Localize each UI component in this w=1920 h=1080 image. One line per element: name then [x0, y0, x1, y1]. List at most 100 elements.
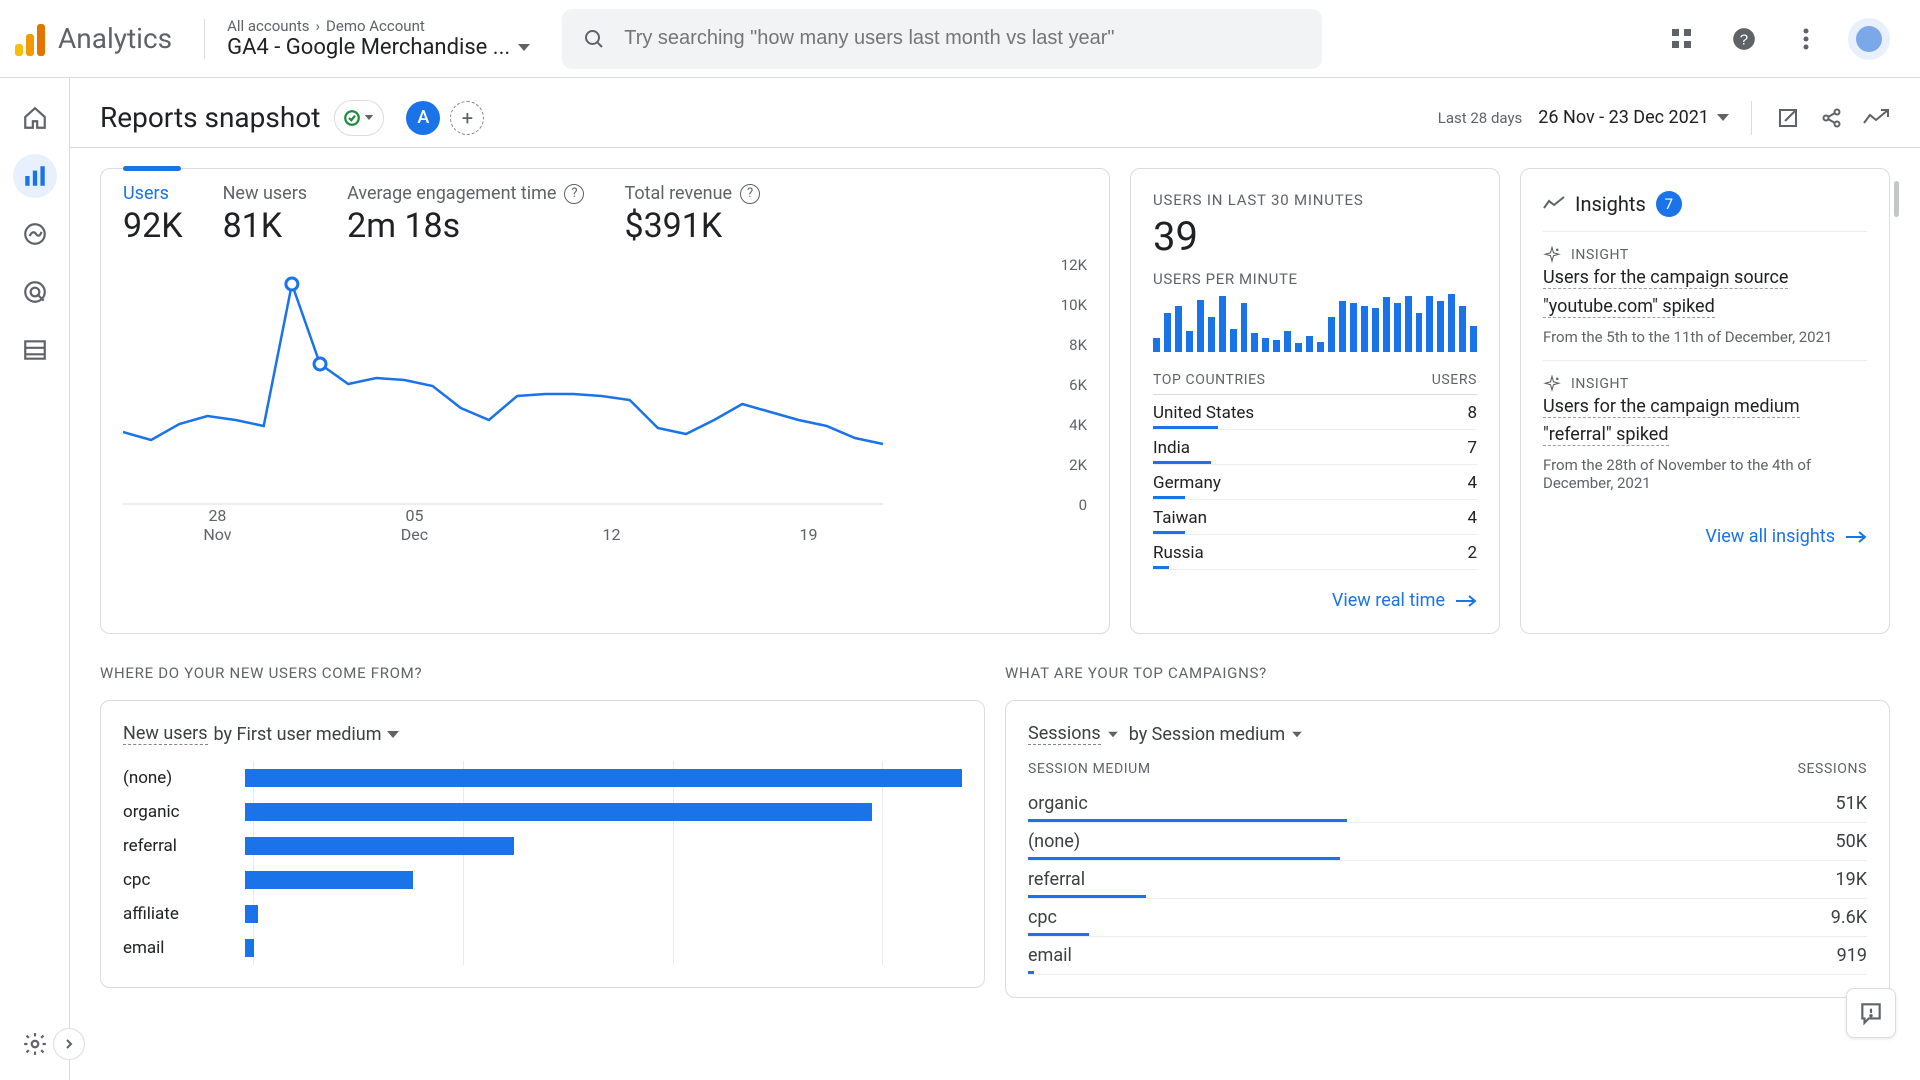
spark-bar [1361, 306, 1368, 352]
nav-admin[interactable] [13, 1022, 57, 1066]
x-tick: 05Dec [384, 506, 444, 544]
search-input[interactable] [624, 27, 1302, 50]
search-icon [582, 27, 606, 51]
account-picker[interactable]: All accounts › Demo Account GA4 - Google… [227, 17, 530, 60]
breadcrumb-account: Demo Account [326, 17, 425, 35]
y-tick: 8K [1069, 336, 1087, 354]
spark-bar [1219, 296, 1226, 352]
section-title-acquisition: WHERE DO YOUR NEW USERS COME FROM? [100, 664, 985, 682]
spark-bar [1164, 313, 1171, 352]
active-tab-indicator [123, 166, 181, 171]
svg-text:?: ? [1740, 31, 1748, 48]
feedback-button[interactable] [1846, 988, 1896, 1038]
spark-bar [1437, 301, 1444, 352]
spark-bar [1153, 338, 1160, 352]
search-bar[interactable] [562, 9, 1322, 69]
metric-select-newusers[interactable]: New users [123, 723, 208, 745]
caret-down-icon [518, 44, 530, 51]
edit-icon[interactable] [1774, 104, 1802, 132]
status-pill[interactable] [334, 100, 384, 136]
hbar-row[interactable]: email [123, 931, 962, 965]
country-row[interactable]: Russia2 [1153, 535, 1477, 570]
insights-icon[interactable] [1862, 104, 1890, 132]
country-row[interactable]: Germany4 [1153, 465, 1477, 500]
country-row[interactable]: India7 [1153, 430, 1477, 465]
hbar-row[interactable]: cpc [123, 863, 962, 897]
campaign-row[interactable]: cpc9.6K [1028, 899, 1867, 937]
spark-bar [1426, 296, 1433, 352]
realtime-col-users: USERS [1432, 372, 1477, 388]
audience-badge[interactable]: A [406, 101, 440, 135]
y-tick: 12K [1061, 256, 1087, 274]
y-tick: 2K [1069, 456, 1087, 474]
hbar-row[interactable]: referral [123, 829, 962, 863]
nav-home[interactable] [13, 96, 57, 140]
share-icon[interactable] [1818, 104, 1846, 132]
metric-tab-total-revenue[interactable]: Total revenue ?$391K [624, 183, 760, 246]
metric-tab-average-engagement-time[interactable]: Average engagement time ?2m 18s [347, 183, 584, 246]
nav-explore[interactable] [13, 212, 57, 256]
avatar[interactable] [1848, 18, 1890, 60]
country-row[interactable]: United States8 [1153, 395, 1477, 430]
date-preset-label: Last 28 days [1438, 109, 1523, 127]
caret-down-icon[interactable] [387, 731, 399, 738]
metric-tab-new-users[interactable]: New users 81K [223, 183, 308, 246]
spark-bar [1470, 326, 1477, 352]
divider [1751, 101, 1752, 135]
spark-bar [1328, 317, 1335, 352]
sidebar-expand[interactable] [53, 1028, 85, 1060]
sidebar [0, 78, 70, 1080]
section-title-campaigns: WHAT ARE YOUR TOP CAMPAIGNS? [1005, 664, 1890, 682]
page-title: Reports snapshot [100, 101, 320, 134]
insight-item[interactable]: INSIGHTUsers for the campaign source "yo… [1543, 231, 1867, 360]
breadcrumb: All accounts › Demo Account [227, 17, 530, 35]
metric-select-sessions[interactable]: Sessions [1028, 723, 1101, 745]
hbar-row[interactable]: (none) [123, 761, 962, 795]
logo[interactable]: Analytics [15, 21, 172, 56]
hbar-row[interactable]: organic [123, 795, 962, 829]
app-name: Analytics [58, 22, 172, 55]
campaign-row[interactable]: referral19K [1028, 861, 1867, 899]
campaign-row[interactable]: organic51K [1028, 785, 1867, 823]
date-range-picker[interactable]: 26 Nov - 23 Dec 2021 [1538, 107, 1729, 128]
users-line-chart[interactable]: 12K10K8K6K4K2K028Nov05Dec1219 [123, 264, 1087, 544]
spark-bar [1230, 329, 1237, 352]
add-comparison-button[interactable]: + [450, 101, 484, 135]
caret-down-icon[interactable] [1108, 731, 1118, 737]
topbar: Analytics All accounts › Demo Account GA… [0, 0, 1920, 78]
country-row[interactable]: Taiwan4 [1153, 500, 1477, 535]
spark-bar [1459, 306, 1466, 352]
nav-advertising[interactable] [13, 270, 57, 314]
help-icon[interactable]: ? [564, 184, 584, 204]
hbar-row[interactable]: affiliate [123, 897, 962, 931]
caret-down-icon[interactable] [1292, 731, 1302, 737]
more-vert-icon[interactable] [1786, 19, 1826, 59]
spark-bar [1416, 313, 1423, 352]
realtime-spark-bars [1153, 294, 1477, 352]
help-icon[interactable]: ? [1724, 19, 1764, 59]
apps-icon[interactable] [1662, 19, 1702, 59]
campaigns-col2: SESSIONS [1798, 761, 1867, 777]
x-tick: 19 [779, 525, 839, 544]
spark-bar [1372, 308, 1379, 352]
metric-tab-users[interactable]: Users 92K [123, 183, 183, 246]
scrollbar[interactable] [1894, 181, 1899, 217]
spark-bar [1295, 343, 1302, 352]
campaign-row[interactable]: (none)50K [1028, 823, 1867, 861]
view-all-insights-link[interactable]: View all insights [1543, 526, 1867, 547]
divider [204, 19, 205, 59]
spark-bar [1350, 303, 1357, 352]
nav-configure[interactable] [13, 328, 57, 372]
spark-bar [1405, 296, 1412, 352]
spark-bar [1273, 340, 1280, 352]
help-icon[interactable]: ? [740, 184, 760, 204]
chevron-right-icon: › [316, 17, 321, 35]
nav-reports[interactable] [13, 154, 57, 198]
spark-bar [1394, 303, 1401, 352]
campaign-row[interactable]: email919 [1028, 937, 1867, 975]
sparkle-icon [1543, 375, 1561, 393]
view-realtime-link[interactable]: View real time [1153, 590, 1477, 611]
subheader: Reports snapshot A + Last 28 days 26 Nov… [70, 78, 1920, 148]
insight-item[interactable]: INSIGHTUsers for the campaign medium "re… [1543, 360, 1867, 507]
spark-bar [1383, 297, 1390, 352]
